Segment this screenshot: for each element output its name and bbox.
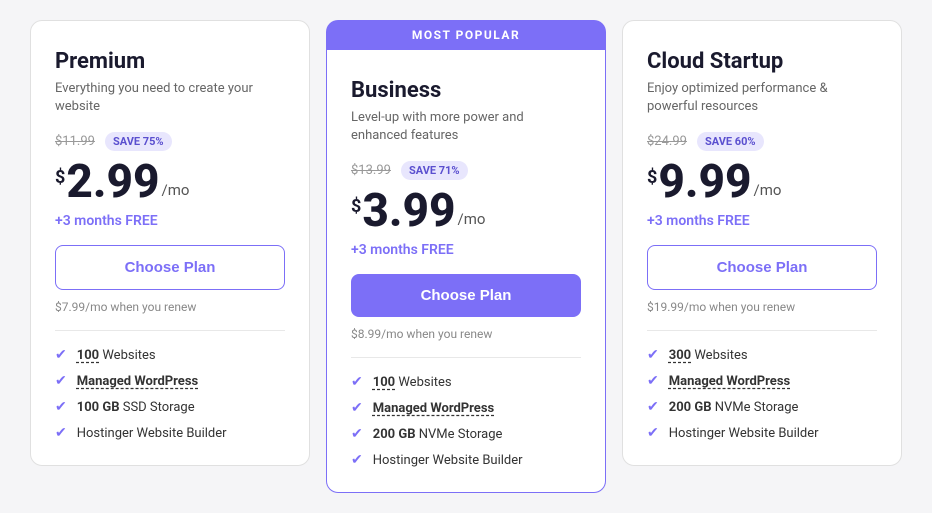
price-display: $ 2.99 /mo — [55, 159, 285, 205]
feature-text: 100 Websites — [77, 348, 156, 363]
free-months: +3 months FREE — [55, 213, 285, 229]
check-icon: ✔ — [647, 347, 659, 363]
price-number: 3.99 — [362, 188, 455, 234]
check-icon: ✔ — [351, 426, 363, 442]
feature-text: Hostinger Website Builder — [373, 453, 523, 468]
feature-text: Hostinger Website Builder — [77, 426, 227, 441]
plan-name: Cloud Startup — [647, 49, 877, 74]
feature-item: ✔ Hostinger Website Builder — [647, 425, 877, 441]
check-icon: ✔ — [55, 425, 67, 441]
choose-plan-button-business[interactable]: Choose Plan — [351, 274, 581, 317]
renew-note: $19.99/mo when you renew — [647, 300, 877, 314]
check-icon: ✔ — [55, 399, 67, 415]
free-months: +3 months FREE — [647, 213, 877, 229]
feature-text: Managed WordPress — [373, 401, 494, 416]
save-badge: SAVE 71% — [401, 161, 468, 180]
price-period: /mo — [458, 210, 486, 228]
feature-item: ✔ Hostinger Website Builder — [351, 452, 581, 468]
plans-container: Premium Everything you need to create yo… — [30, 20, 902, 493]
price-row: $11.99 SAVE 75% — [55, 132, 285, 151]
check-icon: ✔ — [351, 452, 363, 468]
free-months: +3 months FREE — [351, 242, 581, 258]
feature-text: 100 Websites — [373, 375, 452, 390]
plan-wrapper-cloud-startup: Cloud Startup Enjoy optimized performanc… — [622, 20, 902, 466]
price-row: $13.99 SAVE 71% — [351, 161, 581, 180]
feature-text: 200 GB NVMe Storage — [373, 427, 503, 442]
price-number: 9.99 — [658, 159, 751, 205]
check-icon: ✔ — [647, 399, 659, 415]
feature-list: ✔ 100 Websites ✔ Managed WordPress ✔ 200… — [351, 374, 581, 468]
check-icon: ✔ — [647, 425, 659, 441]
feature-item: ✔ Managed WordPress — [55, 373, 285, 389]
price-period: /mo — [162, 181, 190, 199]
feature-text: 200 GB NVMe Storage — [669, 400, 799, 415]
plan-wrapper-premium: Premium Everything you need to create yo… — [30, 20, 310, 466]
plan-card-business: Business Level-up with more power and en… — [326, 50, 606, 493]
price-period: /mo — [754, 181, 782, 199]
feature-item: ✔ 200 GB NVMe Storage — [647, 399, 877, 415]
feature-item: ✔ 300 Websites — [647, 347, 877, 363]
feature-item: ✔ 200 GB NVMe Storage — [351, 426, 581, 442]
save-badge: SAVE 75% — [105, 132, 172, 151]
plan-description: Level-up with more power and enhanced fe… — [351, 109, 581, 145]
check-icon: ✔ — [351, 374, 363, 390]
price-display: $ 3.99 /mo — [351, 188, 581, 234]
save-badge: SAVE 60% — [697, 132, 764, 151]
feature-item: ✔ 100 Websites — [351, 374, 581, 390]
feature-item: ✔ 100 Websites — [55, 347, 285, 363]
feature-item: ✔ Hostinger Website Builder — [55, 425, 285, 441]
check-icon: ✔ — [647, 373, 659, 389]
plan-card-cloud-startup: Cloud Startup Enjoy optimized performanc… — [622, 20, 902, 466]
feature-text: 100 GB SSD Storage — [77, 400, 195, 415]
currency-symbol: $ — [647, 167, 657, 188]
currency-symbol: $ — [351, 196, 361, 217]
price-row: $24.99 SAVE 60% — [647, 132, 877, 151]
original-price: $24.99 — [647, 134, 687, 149]
most-popular-badge: MOST POPULAR — [326, 20, 606, 50]
feature-text: 300 Websites — [669, 348, 748, 363]
plan-description: Enjoy optimized performance & powerful r… — [647, 80, 877, 116]
divider — [647, 330, 877, 331]
plan-name: Premium — [55, 49, 285, 74]
original-price: $11.99 — [55, 134, 95, 149]
feature-text: Managed WordPress — [77, 374, 198, 389]
feature-item: ✔ Managed WordPress — [647, 373, 877, 389]
feature-text: Hostinger Website Builder — [669, 426, 819, 441]
choose-plan-button-cloud-startup[interactable]: Choose Plan — [647, 245, 877, 290]
popular-wrapper: MOST POPULAR Business Level-up with more… — [326, 20, 606, 493]
feature-list: ✔ 300 Websites ✔ Managed WordPress ✔ 200… — [647, 347, 877, 441]
choose-plan-button-premium[interactable]: Choose Plan — [55, 245, 285, 290]
divider — [55, 330, 285, 331]
plan-description: Everything you need to create your websi… — [55, 80, 285, 116]
plan-card-premium: Premium Everything you need to create yo… — [30, 20, 310, 466]
original-price: $13.99 — [351, 163, 391, 178]
renew-note: $8.99/mo when you renew — [351, 327, 581, 341]
feature-text: Managed WordPress — [669, 374, 790, 389]
check-icon: ✔ — [351, 400, 363, 416]
divider — [351, 357, 581, 358]
currency-symbol: $ — [55, 167, 65, 188]
feature-item: ✔ Managed WordPress — [351, 400, 581, 416]
check-icon: ✔ — [55, 373, 67, 389]
feature-list: ✔ 100 Websites ✔ Managed WordPress ✔ 100… — [55, 347, 285, 441]
check-icon: ✔ — [55, 347, 67, 363]
feature-item: ✔ 100 GB SSD Storage — [55, 399, 285, 415]
price-number: 2.99 — [66, 159, 159, 205]
plan-name: Business — [351, 78, 581, 103]
price-display: $ 9.99 /mo — [647, 159, 877, 205]
renew-note: $7.99/mo when you renew — [55, 300, 285, 314]
